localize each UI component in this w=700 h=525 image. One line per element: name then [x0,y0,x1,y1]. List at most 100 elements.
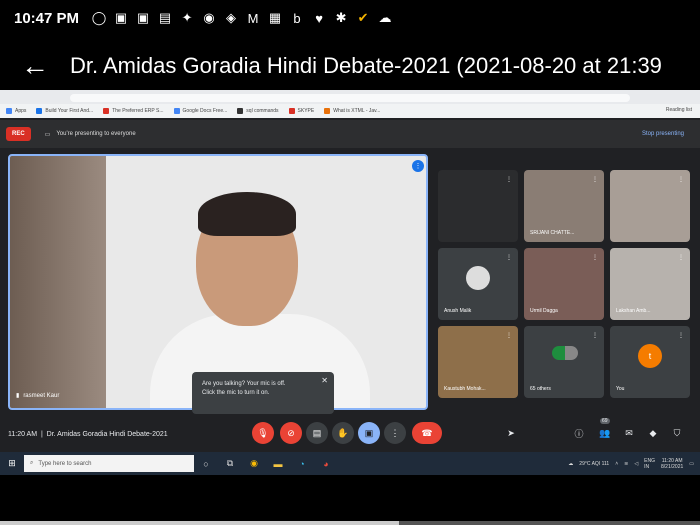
clock-date: 8/21/2021 [661,463,684,470]
participant-tile[interactable]: ⋮ 65 others [524,326,604,398]
bookmark-favicon-icon [36,108,43,114]
raise-hand-button[interactable]: ✋ [332,422,354,444]
close-icon[interactable]: ✕ [321,376,328,385]
mic-off-button[interactable]: 🎙 [252,422,274,444]
main-speaker-name: rasmeet Kaur [23,392,60,399]
activities-button[interactable]: ◆ [646,426,660,440]
chat-icon: ✉ [625,427,633,438]
chrome-icon[interactable]: ◉ [242,452,266,475]
participant-name: You [616,386,625,392]
participant-tile[interactable]: ⋮ [438,170,518,242]
windows-taskbar: ⊞ ⌕ Type here to search ○ ⧉ ◉ ▬ ◔ ◕ ☁ 29… [0,452,700,475]
participant-tile[interactable]: ⋮ Urmil Dagga [524,248,604,320]
system-tray: ☁ 29°C AQI 111 ˄ ≋ ◁ ENG IN 11:20 AM 8/2… [568,452,694,475]
bookmark-item[interactable]: SKYPE [288,108,315,114]
weather-text: 29°C AQI 111 [579,460,610,467]
bookmark-item[interactable]: Build Your First And... [36,108,93,114]
bookmark-label: Apps [15,108,27,114]
app-icon[interactable]: ◕ [314,452,338,475]
mic-muted-icon: ⋮ [506,177,512,183]
leave-call-button[interactable]: ☎ [412,422,442,444]
presenting-bar: REC ▭ You're presenting to everyone Stop… [0,120,700,148]
bookmark-favicon-icon [173,108,180,114]
participant-name: SRIJANI CHATTE... [530,230,575,236]
back-arrow-icon[interactable]: ← [0,50,70,82]
weather-icon: ☁ [568,460,574,467]
address-bar[interactable] [70,94,630,102]
app-icon: ◈ [226,10,237,25]
edge-icon[interactable]: ◔ [290,452,314,475]
more-options-button[interactable]: ⋮ [384,422,406,444]
bookmark-label: Google Docs Free... [182,108,228,114]
mic-muted-icon: ⋮ [678,255,684,261]
language-indicator[interactable]: ENG IN [644,458,655,470]
others-avatars [552,346,578,360]
bookmark-label: SKYPE [297,108,315,114]
video-title-bar: ← Dr. Amidas Goradia Hindi Debate-2021 (… [0,44,700,88]
people-icon: 👥 [599,427,611,438]
bookmark-item[interactable]: Google Docs Free... [173,108,228,114]
pin-icon: ▮ [16,393,20,399]
bookmark-item[interactable]: The Preferred ERP S... [103,108,164,114]
status-time: 10:47 PM [14,9,80,27]
participant-name: 65 others [530,386,551,392]
bookmark-item[interactable]: What is XTML - Jav... [324,108,380,114]
participant-tile[interactable]: ⋮ Anush Malik [438,248,518,320]
participant-tile[interactable]: ⋮ Kaustubh Mohak... [438,326,518,398]
meeting-title: Dr. Amidas Goradia Hindi Debate-2021 [46,430,168,438]
speaking-indicator-icon: ⋮ [412,160,424,172]
main-speaker-label: ▮ rasmeet Kaur [16,392,60,400]
bookmark-label: sql commands [246,108,279,114]
info-icon: ⓘ [574,428,584,439]
camera-off-button[interactable]: ⊘ [280,422,302,444]
meeting-info: 11:20 AM | Dr. Amidas Goradia Hindi Deba… [8,430,168,438]
participant-tile[interactable]: ⋮ [610,170,690,242]
search-icon: ⌕ [30,460,34,466]
people-button[interactable]: 👥 69 [598,418,612,440]
volume-icon: ◁ [634,460,639,467]
video-progress-fill [0,521,399,525]
rec-badge: REC [6,127,31,141]
phone-status-bar: 10:47 PM ◯ ▣ ▣ ▤ ✦ ◉ ◈ M ▦ b ♥ ✱ ✔ ☁ [0,0,700,36]
task-view-icon[interactable]: ⧉ [218,452,242,475]
bookmark-favicon-icon [288,108,295,114]
speaker-hair [198,192,296,236]
mic-muted-icon: ⋮ [592,255,598,261]
cloud-icon: ☁ [378,10,392,25]
present-icon: ▣ [364,427,374,438]
tray-chevron-icon[interactable]: ˄ [615,461,618,467]
bookmark-item[interactable]: sql commands [237,108,279,114]
clock[interactable]: 11:20 AM 8/21/2021 [661,458,683,470]
taskbar-search[interactable]: ⌕ Type here to search [24,455,194,472]
host-controls-button[interactable]: ⛉ [670,426,684,440]
meeting-details-button[interactable]: ⓘ [572,426,586,440]
cortana-icon[interactable]: ○ [194,452,218,475]
avatar: t [638,344,662,368]
reading-list-button[interactable]: Reading list [666,107,692,113]
participant-tile[interactable]: ⋮ SRIJANI CHATTE... [524,170,604,242]
participant-name: Anush Malik [444,308,472,314]
file-explorer-icon[interactable]: ▬ [266,452,290,475]
mic-muted-icon: ⋮ [678,333,684,339]
mic-off-tooltip: ✕ Are you talking? Your mic is off. Clic… [192,372,334,414]
taskbar-search-placeholder: Type here to search [38,460,92,467]
windows-start-icon[interactable]: ⊞ [0,458,24,469]
hand-icon: ✋ [337,427,349,438]
bookmark-item[interactable]: Apps [6,108,26,114]
stop-presenting-button[interactable]: Stop presenting [642,131,684,137]
bookmark-favicon-icon [324,108,331,114]
app-icon: M [247,10,259,26]
app-icon: ✱ [335,10,347,25]
presenting-text: You're presenting to everyone [56,131,136,137]
chat-button[interactable]: ✉ [622,426,636,440]
captions-button[interactable]: ▤ [306,422,328,444]
news-icon: ▤ [158,10,172,25]
screen-capture: Apps Build Your First And... The Preferred… [0,90,700,475]
notification-icon[interactable]: ▭ [689,461,694,467]
heart-icon: ♥ [315,10,323,26]
participant-tile[interactable]: t ⋮ You [610,326,690,398]
mic-muted-icon: ⋮ [592,333,598,339]
app-icon: ◉ [203,10,215,25]
present-button[interactable]: ▣ [358,422,380,444]
participant-tile[interactable]: ⋮ Lakshan Amb... [610,248,690,320]
